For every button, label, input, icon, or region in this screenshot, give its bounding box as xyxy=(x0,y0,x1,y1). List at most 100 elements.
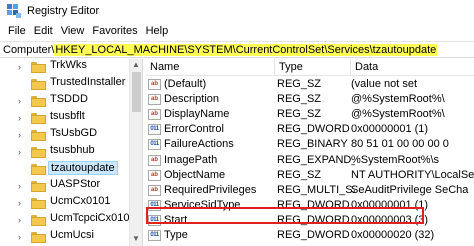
tree-item[interactable]: › UASPStor xyxy=(0,178,128,194)
tree-item[interactable]: › UcmTcpciCx0101 xyxy=(0,212,136,228)
folder-icon xyxy=(31,164,46,175)
expand-chevron-icon[interactable]: › xyxy=(18,216,26,225)
menu-bar: File Edit View Favorites Help xyxy=(0,22,474,40)
expand-chevron-icon[interactable]: › xyxy=(18,63,26,72)
value-row[interactable]: 011 Type REG_DWORD 0x00000020 (32) xyxy=(146,228,474,243)
tree-scrollbar[interactable]: ▲ ▼ xyxy=(129,59,142,246)
expand-chevron-icon[interactable]: › xyxy=(18,233,26,242)
folder-icon xyxy=(31,181,46,192)
value-data: %SystemRoot%\s xyxy=(351,153,440,166)
string-value-icon: ab xyxy=(148,79,161,90)
scroll-down-arrow-icon[interactable]: ▼ xyxy=(132,234,140,243)
registry-editor-icon xyxy=(7,4,21,18)
tree-item-label: TsUsbGD xyxy=(50,127,98,139)
value-data: (value not set xyxy=(351,78,418,90)
tree-item[interactable]: › tsusbflt xyxy=(0,110,128,126)
expand-chevron-icon[interactable]: › xyxy=(18,131,26,140)
value-row[interactable]: 011 ErrorControl REG_DWORD 0x00000001 (1) xyxy=(146,122,474,137)
folder-icon xyxy=(31,79,46,90)
value-name: Type xyxy=(164,229,188,241)
value-data: 0x00000001 (1) xyxy=(351,123,429,136)
folder-icon xyxy=(31,113,46,124)
tree-item[interactable]: › tsusbhub xyxy=(0,144,128,160)
menu-view[interactable]: View xyxy=(57,25,89,37)
expand-chevron-icon[interactable]: › xyxy=(18,97,26,106)
value-data: @%SystemRoot%\ xyxy=(351,108,445,121)
tree-item[interactable]: › UcmCx0101 xyxy=(0,195,128,211)
menu-favorites[interactable]: Favorites xyxy=(88,25,141,37)
folder-icon xyxy=(31,232,46,243)
value-type: REG_SZ xyxy=(277,78,322,90)
tree-item[interactable]: › TsUsbGD xyxy=(0,127,128,143)
start-value-highlight xyxy=(146,207,424,224)
tree-item-label: tsusbflt xyxy=(50,110,85,122)
tree-item-label: TrustedInstaller xyxy=(50,76,126,88)
value-type: REG_EXPAND_SZ xyxy=(277,153,355,166)
column-name[interactable]: Name xyxy=(146,59,275,76)
binary-value-icon: 011 xyxy=(148,124,161,136)
value-name: Description xyxy=(164,93,220,106)
tree-item[interactable]: tzautoupdate xyxy=(0,161,128,177)
expand-chevron-icon[interactable]: › xyxy=(18,199,26,208)
scroll-up-arrow-icon[interactable]: ▲ xyxy=(132,60,140,69)
expand-chevron-icon[interactable]: › xyxy=(18,182,26,191)
address-bar[interactable]: Computer\ HKEY_LOCAL_MACHINE\SYSTEM\Curre… xyxy=(0,41,474,58)
value-row[interactable]: ab ObjectName REG_SZ NT AUTHORITY\LocalSe xyxy=(146,168,474,183)
value-name: ImagePath xyxy=(164,153,218,166)
column-type[interactable]: Type xyxy=(275,59,351,76)
string-value-icon: ab xyxy=(148,154,161,166)
value-row[interactable]: ab DisplayName REG_SZ @%SystemRoot%\ xyxy=(146,107,474,122)
list-header: Name Type Data xyxy=(146,59,474,76)
folder-icon xyxy=(31,215,46,226)
tree-item-label: UASPStor xyxy=(50,178,101,190)
binary-value-icon: 011 xyxy=(148,230,161,241)
menu-file[interactable]: File xyxy=(4,25,30,37)
key-tree[interactable]: › TrkWks TrustedInstaller › TSDDD › tsusbflt › T… xyxy=(0,59,142,246)
tree-item-label: tzautoupdate xyxy=(48,161,118,175)
string-value-icon: ab xyxy=(148,169,161,181)
title-bar: Registry Editor xyxy=(0,0,474,22)
tree-item-label: UcmUcsi xyxy=(50,229,94,241)
address-path: HKEY_LOCAL_MACHINE\SYSTEM\CurrentControl… xyxy=(54,43,438,56)
menu-help[interactable]: Help xyxy=(142,25,173,37)
string-value-icon: ab xyxy=(148,94,161,106)
tree-item-label: UcmTcpciCx0101 xyxy=(50,212,136,224)
window-title: Registry Editor xyxy=(27,5,100,17)
value-type: REG_SZ xyxy=(277,108,322,121)
column-data[interactable]: Data xyxy=(351,59,474,76)
tree-item[interactable]: TrustedInstaller xyxy=(0,76,128,92)
folder-icon xyxy=(31,96,46,107)
tree-item-label: TrkWks xyxy=(50,59,87,71)
tree-item-label: TSDDD xyxy=(50,93,88,105)
value-row[interactable]: ab RequiredPrivileges REG_MULTI_SZ SeAuditP… xyxy=(146,183,474,198)
tree-item[interactable]: › UcmUcsi xyxy=(0,229,128,245)
value-name: RequiredPrivileges xyxy=(164,183,257,196)
value-type: REG_SZ xyxy=(277,168,322,181)
value-name: (Default) xyxy=(164,78,207,90)
value-row[interactable]: ab Description REG_SZ @%SystemRoot%\ xyxy=(146,92,474,107)
folder-icon xyxy=(31,62,46,73)
string-value-icon: ab xyxy=(148,109,161,121)
tree-item-label: UcmCx0101 xyxy=(50,195,111,207)
address-prefix: Computer\ xyxy=(3,43,55,56)
value-data: 80 51 01 00 00 00 0 xyxy=(351,138,449,151)
tree-item[interactable]: › TSDDD xyxy=(0,93,128,109)
value-name: FailureActions xyxy=(164,138,234,151)
menu-edit[interactable]: Edit xyxy=(30,25,57,37)
value-type: REG_BINARY xyxy=(277,138,348,151)
value-data: NT AUTHORITY\LocalSe xyxy=(351,168,474,181)
value-name: DisplayName xyxy=(164,108,230,121)
value-row[interactable]: ab (Default) REG_SZ (value not set xyxy=(146,77,474,92)
binary-value-icon: 011 xyxy=(148,139,161,151)
expand-chevron-icon[interactable]: › xyxy=(18,114,26,123)
value-type: REG_DWORD xyxy=(277,229,350,241)
value-data: @%SystemRoot%\ xyxy=(351,93,445,106)
scrollbar-thumb[interactable] xyxy=(132,72,141,112)
value-data: SeAuditPrivilege SeCha xyxy=(351,183,469,196)
tree-item-label: tsusbhub xyxy=(50,144,95,156)
tree-item[interactable]: › TrkWks xyxy=(0,59,128,75)
value-row[interactable]: 011 FailureActions REG_BINARY 80 51 01 00 0… xyxy=(146,137,474,152)
value-row[interactable]: abImagePath REG_EXPAND_SZ%SystemRoot%\s xyxy=(146,153,474,168)
expand-chevron-icon[interactable]: › xyxy=(18,148,26,157)
folder-icon xyxy=(31,130,46,141)
